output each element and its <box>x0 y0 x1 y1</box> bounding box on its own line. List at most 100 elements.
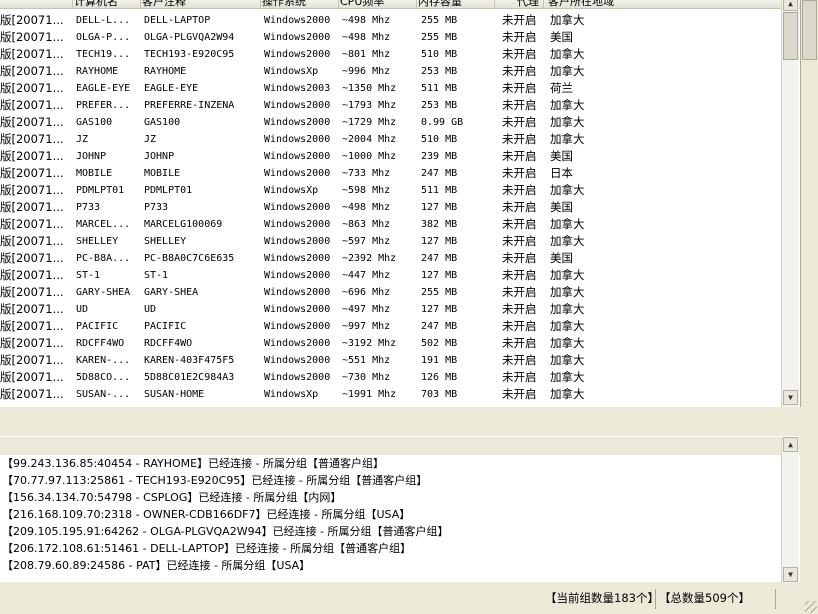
cell-version: 版[20071... <box>0 81 64 95</box>
cell-comment: TECH193-E920C95 <box>144 49 235 60</box>
cell-os: Windows2000 <box>264 117 331 128</box>
log-line: 【156.34.134.70:54798 - CSPLOG】已经连接 - 所属分… <box>2 491 342 504</box>
cell-os: Windows2000 <box>264 270 331 281</box>
col-header-proxy[interactable]: 代理 <box>494 0 544 8</box>
cell-proxy: 未开启 <box>502 319 537 333</box>
client-row[interactable]: 版[20071... OLGA-P... OLGA-PLGVQA2W94 Window… <box>0 29 800 46</box>
cell-region: 荷兰 <box>550 81 573 95</box>
cell-computer-name: PDMLPT01 <box>76 185 125 196</box>
client-row[interactable]: 版[20071... PDMLPT01 PDMLPT01 WindowsXp ~598 … <box>0 182 800 199</box>
client-row[interactable]: 版[20071... GARY-SHEA GARY-SHEA Windows2000 ~… <box>0 284 800 301</box>
cell-computer-name: OLGA-P... <box>76 32 131 43</box>
cell-os: WindowsXp <box>264 389 319 400</box>
cell-comment: JZ <box>144 134 157 145</box>
cell-region: 加拿大 <box>550 132 585 146</box>
column-header-row: 计算机名 客户注释 操作系统 CPU频率 内存容量 代理 客户所在地域 <box>0 0 800 9</box>
client-row[interactable]: 版[20071... PREFER... PREFERRE-INZENA Window… <box>0 97 800 114</box>
cell-cpu: ~551 Mhz <box>342 355 391 366</box>
cell-computer-name: MARCEL... <box>76 219 131 230</box>
splitter-bar[interactable] <box>0 436 800 456</box>
col-header-comment[interactable]: 客户注释 <box>140 0 261 8</box>
cell-region: 加拿大 <box>550 387 585 401</box>
col-header-region[interactable]: 客户所在地域 <box>546 0 800 8</box>
client-row[interactable]: 版[20071... KAREN-... KAREN-403F475F5 Window… <box>0 352 800 369</box>
client-row[interactable]: 版[20071... MARCEL... MARCELG100069 Windows2… <box>0 216 800 233</box>
cell-cpu: ~733 Mhz <box>342 168 391 179</box>
client-row[interactable]: 版[20071... P733 P733 Windows2000 ~498 Mhz 127… <box>0 199 800 216</box>
cell-version: 版[20071... <box>0 285 64 299</box>
col-header-version[interactable] <box>0 0 73 8</box>
col-header-os[interactable]: 操作系统 <box>260 0 339 8</box>
client-row[interactable]: 版[20071... JOHNP JOHNP Windows2000 ~1000 Mhz… <box>0 148 800 165</box>
cell-proxy: 未开启 <box>502 30 537 44</box>
resize-grip-icon[interactable] <box>805 601 817 613</box>
cell-region: 加拿大 <box>550 302 585 316</box>
client-row[interactable]: 版[20071... SUSAN-... SUSAN-HOME WindowsXp ~1… <box>0 386 800 403</box>
outer-scroll-thumb[interactable] <box>802 0 817 60</box>
cell-cpu: ~447 Mhz <box>342 270 391 281</box>
cell-computer-name: SUSAN-... <box>76 389 131 400</box>
cell-comment: PC-B8A0C7C6E635 <box>144 253 235 264</box>
col-header-computer-name[interactable]: 计算机名 <box>72 0 141 8</box>
cell-cpu: ~1793 Mhz <box>342 100 397 111</box>
cell-proxy: 未开启 <box>502 64 537 78</box>
col-header-cpu[interactable]: CPU频率 <box>338 0 417 8</box>
client-row[interactable]: 版[20071... EAGLE-EYE EAGLE-EYE Windows2003 ~… <box>0 80 800 97</box>
cell-version: 版[20071... <box>0 370 64 384</box>
cell-computer-name: KAREN-... <box>76 355 131 366</box>
col-header-memory[interactable]: 内存容量 <box>416 0 495 8</box>
cell-proxy: 未开启 <box>502 183 537 197</box>
client-row[interactable]: 版[20071... RAYHOME RAYHOME WindowsXp ~996 Mh… <box>0 63 800 80</box>
cell-os: Windows2000 <box>264 202 331 213</box>
log-scrollbar[interactable]: ▲ ▼ <box>781 437 799 583</box>
cell-comment: GAS100 <box>144 117 181 128</box>
client-row[interactable]: 版[20071... SHELLEY SHELLEY Windows2000 ~597 … <box>0 233 800 250</box>
cell-version: 版[20071... <box>0 98 64 112</box>
cell-memory: 239 MB <box>421 151 458 162</box>
client-row[interactable]: 版[20071... DELL-L... DELL-LAPTOP Windows200… <box>0 12 800 29</box>
client-row[interactable]: 版[20071... MOBILE MOBILE Windows2000 ~733 Mh… <box>0 165 800 182</box>
client-row[interactable]: 版[20071... UD UD Windows2000 ~497 Mhz 127 MB 未… <box>0 301 800 318</box>
cell-memory: 247 MB <box>421 253 458 264</box>
cell-version: 版[20071... <box>0 149 64 163</box>
cell-computer-name: SHELLEY <box>76 236 119 247</box>
scroll-down-arrow-icon[interactable]: ▼ <box>783 390 798 405</box>
cell-memory: 247 MB <box>421 168 458 179</box>
cell-region: 加拿大 <box>550 285 585 299</box>
client-row[interactable]: 版[20071... TECH19... TECH193-E920C95 Window… <box>0 46 800 63</box>
cell-region: 加拿大 <box>550 115 585 129</box>
client-row[interactable]: 版[20071... ST-1 ST-1 Windows2000 ~447 Mhz 127… <box>0 267 800 284</box>
cell-computer-name: UD <box>76 304 89 315</box>
log-scroll-down-arrow-icon[interactable]: ▼ <box>783 567 798 582</box>
client-row[interactable]: 版[20071... RDCFF4WO RDCFF4WO Windows2000 ~31… <box>0 335 800 352</box>
cell-region: 加拿大 <box>550 64 585 78</box>
cell-version: 版[20071... <box>0 319 64 333</box>
client-row[interactable]: 版[20071... 5D88CO... 5D88C01E2C984A3 Window… <box>0 369 800 386</box>
cell-version: 版[20071... <box>0 251 64 265</box>
cell-memory: 510 MB <box>421 49 458 60</box>
cell-memory: 255 MB <box>421 287 458 298</box>
cell-comment: RAYHOME <box>144 66 187 77</box>
cell-computer-name: 5D88CO... <box>76 372 131 383</box>
log-scroll-up-arrow-icon[interactable]: ▲ <box>783 437 798 452</box>
client-row[interactable]: 版[20071... GAS100 GAS100 Windows2000 ~1729 M… <box>0 114 800 131</box>
cell-proxy: 未开启 <box>502 13 537 27</box>
client-row[interactable]: 版[20071... PC-B8A... PC-B8A0C7C6E635 Window… <box>0 250 800 267</box>
scroll-up-arrow-icon[interactable]: ▲ <box>783 0 798 11</box>
cell-proxy: 未开启 <box>502 217 537 231</box>
cell-computer-name: GARY-SHEA <box>76 287 131 298</box>
cell-os: Windows2000 <box>264 321 331 332</box>
cell-computer-name: GAS100 <box>76 117 113 128</box>
client-row[interactable]: 版[20071... JZ JZ Windows2000 ~2004 Mhz 510 MB… <box>0 131 800 148</box>
client-row[interactable]: 版[20071... PACIFIC PACIFIC Windows2000 ~997 … <box>0 318 800 335</box>
cell-cpu: ~498 Mhz <box>342 32 391 43</box>
cell-os: Windows2000 <box>264 168 331 179</box>
cell-computer-name: ST-1 <box>76 270 101 281</box>
outer-scrollbar[interactable] <box>800 0 818 407</box>
log-line: 【206.172.108.61:51461 - DELL-LAPTOP】已经连接… <box>2 542 412 555</box>
client-list-scrollbar[interactable]: ▲ ▼ <box>781 0 799 407</box>
cell-os: Windows2000 <box>264 151 331 162</box>
cell-os: Windows2000 <box>264 355 331 366</box>
scroll-thumb[interactable] <box>783 12 798 60</box>
cell-proxy: 未开启 <box>502 149 537 163</box>
